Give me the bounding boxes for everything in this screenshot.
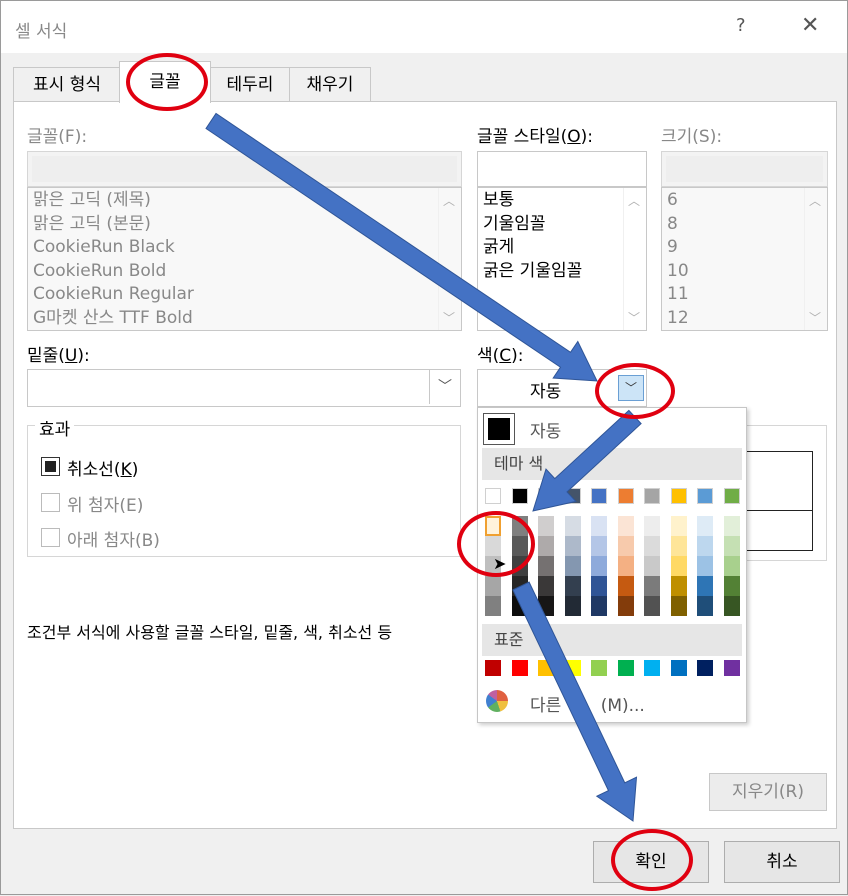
- annotation-circle-font-tab: [126, 53, 208, 111]
- arrow-layer: [205, 112, 642, 822]
- annotation-arrow: [512, 581, 638, 822]
- annotation-circle-swatch: [457, 511, 535, 577]
- annotation-arrow: [532, 409, 642, 512]
- annotation-circle-ok: [611, 829, 693, 891]
- annotation-circle-color-dropdown: [595, 363, 675, 419]
- format-cells-dialog: 셀 서식 ? ✕ 표시 형식 글꼴 테두리 채우기 글꼴(F): 맑은 고딕 (…: [0, 0, 848, 895]
- annotation-arrows: [205, 112, 642, 822]
- annotation-arrow: [205, 112, 598, 382]
